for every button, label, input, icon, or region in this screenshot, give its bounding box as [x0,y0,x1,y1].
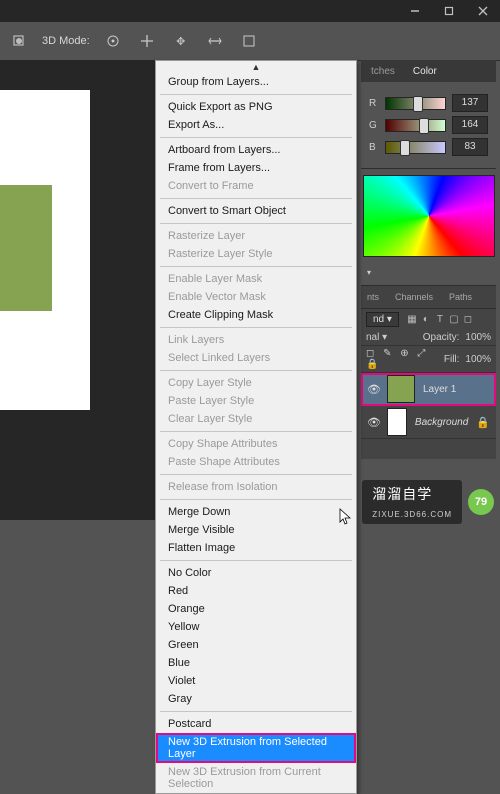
color-value[interactable]: 137 [452,94,488,112]
menu-item[interactable]: Merge Down [156,503,356,521]
artboard[interactable] [0,90,90,410]
options-bar: 3D Mode: ✥ [0,22,500,61]
layer-filter-icons[interactable]: ▦◐T▢◻ [405,314,475,325]
color-slider[interactable] [385,97,446,110]
titlebar [0,0,500,22]
tab-paths[interactable]: Paths [449,292,472,302]
scale-icon[interactable] [238,30,260,52]
opacity-value[interactable]: 100% [465,332,491,343]
pan-icon[interactable] [136,30,158,52]
color-panel-tabs: tches Color [361,60,496,82]
layers-panel-tabs: nts Channels Paths [361,286,496,309]
lock-icon: 🔒 [476,416,490,429]
spectrum-dropdown[interactable]: ▾ [367,268,371,277]
menu-item[interactable]: Violet [156,672,356,690]
menu-item: Link Layers [156,331,356,349]
spectrum-panel: ▾ [361,169,496,286]
move-icon[interactable]: ✥ [170,30,192,52]
color-spectrum[interactable] [363,175,495,257]
color-panel: R 137 G 164 B 83 [361,82,496,169]
watermark-site: ZIXUE.3D66.COM [372,510,452,519]
menu-item: Copy Layer Style [156,374,356,392]
minimize-button[interactable] [398,0,432,22]
menu-item[interactable]: Quick Export as PNG [156,98,356,116]
menu-item[interactable]: Blue [156,654,356,672]
menu-item[interactable]: Frame from Layers... [156,159,356,177]
menu-item: Paste Shape Attributes [156,453,356,471]
menu-item: New 3D Extrusion from Current Selection [156,763,356,793]
menu-item[interactable]: Orange [156,600,356,618]
menu-item: Convert to Frame [156,177,356,195]
menu-item: Rasterize Layer [156,227,356,245]
menu-item: Copy Shape Attributes [156,435,356,453]
menu-item[interactable]: Merge Visible [156,521,356,539]
lock-icons[interactable]: ◻ ✎ ⊕ ⤢ 🔒 [366,348,438,370]
menu-item[interactable]: Postcard [156,715,356,733]
menu-item[interactable]: Export As... [156,116,356,134]
color-slider[interactable] [385,141,446,154]
visibility-icon[interactable]: 👁 [367,383,379,396]
menu-item[interactable]: Yellow [156,618,356,636]
layer-name[interactable]: Background [415,417,468,428]
opacity-label: Opacity: [423,332,460,343]
slide-icon[interactable] [204,30,226,52]
canvas-area[interactable] [0,60,155,520]
maximize-button[interactable] [432,0,466,22]
menu-item[interactable]: New 3D Extrusion from Selected Layer [156,733,356,763]
menu-item: Select Linked Layers [156,349,356,367]
layer-context-menu: ▲ Group from Layers... Quick Export as PN… [155,60,357,794]
menu-item[interactable]: No Color [156,564,356,582]
layer-filter-select[interactable]: nd ▾ [366,312,399,327]
layer-name[interactable]: Layer 1 [423,384,456,395]
menu-item[interactable]: Convert to Smart Object [156,202,356,220]
layers-panel: nd ▾ ▦◐T▢◻ nal ▾ Opacity: 100% ◻ ✎ ⊕ ⤢ 🔒… [361,309,496,459]
tab-nts[interactable]: nts [367,292,379,302]
color-tab[interactable]: Color [413,66,437,77]
menu-item[interactable]: Red [156,582,356,600]
menu-item[interactable]: Group from Layers... [156,73,356,91]
menu-item[interactable]: Gray [156,690,356,708]
tab-channels[interactable]: Channels [395,292,433,302]
slider-label: G [369,120,379,131]
fill-value[interactable]: 100% [465,354,491,365]
color-slider[interactable] [385,119,446,132]
orbit-icon[interactable] [102,30,124,52]
layer-row[interactable]: 👁 Layer 1 [361,373,496,406]
fill-label: Fill: [444,354,460,365]
menu-item: Paste Layer Style [156,392,356,410]
menu-item: Enable Layer Mask [156,270,356,288]
mode-label: 3D Mode: [42,35,90,47]
menu-item: Clear Layer Style [156,410,356,428]
menu-item: Rasterize Layer Style [156,245,356,263]
visibility-icon[interactable]: 👁 [367,416,379,429]
cursor-icon [339,508,351,526]
menu-item[interactable]: Green [156,636,356,654]
slider-label: R [369,98,379,109]
menu-item[interactable]: Flatten Image [156,539,356,557]
layer-thumb [387,375,415,403]
menu-item: Enable Vector Mask [156,288,356,306]
watermark-badge: 79 [468,489,494,515]
color-value[interactable]: 164 [452,116,488,134]
layer-thumb [387,408,407,436]
blend-mode-select[interactable]: nal ▾ [366,332,387,343]
close-button[interactable] [466,0,500,22]
right-panels: tches Color R 137 G 164 B 83 ▾ nts Channels P… [361,60,496,530]
watermark-brand: 溜溜自学 [372,486,432,502]
slider-label: B [369,142,379,153]
menu-item[interactable]: Create Clipping Mask [156,306,356,324]
menu-item: Release from Isolation [156,478,356,496]
menu-item[interactable]: Artboard from Layers... [156,141,356,159]
green-rectangle[interactable] [0,185,52,311]
watermark: 溜溜自学 ZIXUE.3D66.COM 79 [362,480,494,524]
3d-icon[interactable] [8,30,30,52]
scroll-up-arrow[interactable]: ▲ [156,61,356,73]
swatches-tab[interactable]: tches [371,66,395,77]
layer-row[interactable]: 👁 Background 🔒 [361,406,496,439]
color-value[interactable]: 83 [452,138,488,156]
